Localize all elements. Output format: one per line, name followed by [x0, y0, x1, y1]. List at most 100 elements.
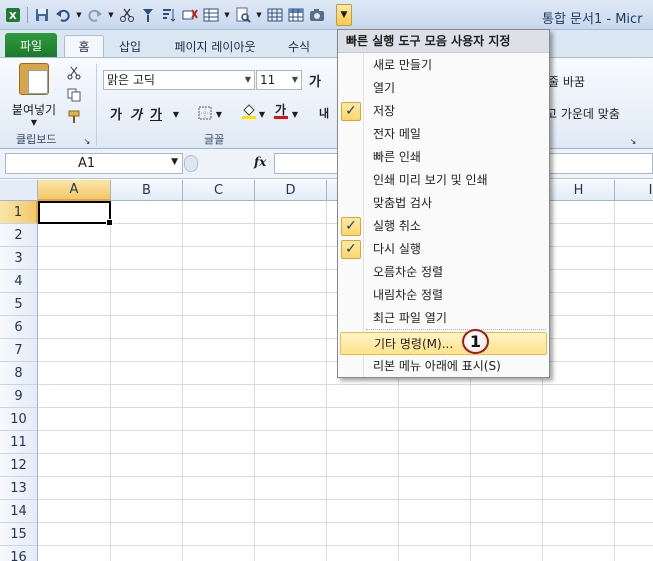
menu-item[interactable]: ✓ 실행 취소 — [338, 215, 549, 238]
menu-item[interactable]: 최근 파일 열기 — [338, 307, 549, 330]
save-icon[interactable] — [33, 6, 51, 24]
tab-page-layout[interactable]: 페이지 레이아웃 — [160, 35, 270, 57]
menu-item-more-commands[interactable]: 기타 명령(M)... — [340, 332, 547, 355]
menu-item[interactable]: 오름차순 정렬 — [338, 261, 549, 284]
border-dropdown-icon[interactable]: ▼ — [214, 105, 224, 123]
grid-line — [254, 201, 255, 561]
copy-icon[interactable] — [65, 86, 83, 104]
undo-dropdown-icon[interactable]: ▼ — [75, 6, 83, 24]
formula-splitter-handle[interactable] — [184, 155, 198, 172]
menu-item[interactable]: 맞춤법 검사 — [338, 192, 549, 215]
row-header[interactable]: 5 — [0, 293, 38, 316]
row-header[interactable]: 7 — [0, 339, 38, 362]
row-header[interactable]: 12 — [0, 454, 38, 477]
column-header[interactable]: H — [543, 180, 615, 201]
table-dropdown-icon[interactable]: ▼ — [223, 6, 231, 24]
pivot-grid-icon[interactable] — [287, 6, 305, 24]
print-preview-dropdown-icon[interactable]: ▼ — [255, 6, 263, 24]
menu-item-label: 오름차순 정렬 — [373, 265, 444, 279]
menu-item[interactable]: 빠른 인쇄 — [338, 146, 549, 169]
font-color-icon[interactable]: 가 — [272, 102, 290, 120]
menu-item[interactable]: ✓ 저장 — [338, 100, 549, 123]
menu-item[interactable]: 인쇄 미리 보기 및 인쇄 — [338, 169, 549, 192]
grid-line — [182, 201, 183, 561]
clipboard-launcher-icon[interactable]: ↘ — [82, 132, 92, 150]
tab-formulas[interactable]: 수식 — [276, 35, 322, 57]
undo-icon[interactable] — [54, 6, 72, 24]
redo-icon[interactable] — [86, 6, 104, 24]
column-header[interactable]: B — [111, 180, 183, 201]
menu-item[interactable]: 새로 만들기 — [338, 54, 549, 77]
active-cell[interactable] — [38, 201, 113, 226]
row-header[interactable]: 11 — [0, 431, 38, 454]
row-header[interactable]: 4 — [0, 270, 38, 293]
row-header[interactable]: 9 — [0, 385, 38, 408]
alignment-partial-text: 내 — [318, 107, 330, 120]
font-name-combo[interactable]: 맑은 고딕 ▼ — [103, 70, 255, 90]
tab-home[interactable]: 홈 — [64, 35, 104, 57]
worksheet-grid[interactable]: ABCDEFGHI12345678910111213141516 — [0, 180, 653, 561]
font-color-dropdown-icon[interactable]: ▼ — [290, 105, 300, 123]
alignment-launcher-icon[interactable]: ↘ — [628, 132, 638, 150]
table-icon[interactable] — [202, 6, 220, 24]
row-header[interactable]: 8 — [0, 362, 38, 385]
merge-center-button[interactable]: 고 가운데 맞춤 — [546, 104, 646, 122]
excel-logo-icon[interactable]: X — [4, 6, 22, 24]
customize-arrow-icon[interactable]: ▼ — [336, 4, 352, 26]
ribbon: 붙여넣기 ▼ 클립보드 ↘ 맑은 고딕 ▼ 11 ▼ 가 가 가 가 ▼ ▼ ▼… — [0, 57, 653, 149]
menu-item-label: 새로 만들기 — [373, 58, 433, 72]
grow-font-button[interactable]: 가 — [306, 71, 324, 90]
row-header[interactable]: 1 — [0, 201, 38, 224]
paste-button[interactable]: 붙여넣기 ▼ — [10, 63, 58, 127]
menu-item-label: 열기 — [373, 81, 396, 95]
column-header[interactable]: C — [183, 180, 255, 201]
row-header[interactable]: 3 — [0, 247, 38, 270]
bold-button[interactable]: 가 — [110, 104, 122, 123]
checkmark-icon: ✓ — [341, 240, 361, 259]
row-header[interactable]: 6 — [0, 316, 38, 339]
delete-icon[interactable] — [181, 6, 199, 24]
menu-item-show-below-ribbon[interactable]: 리본 메뉴 아래에 표시(S) — [338, 355, 549, 378]
border-icon[interactable] — [196, 104, 214, 122]
paste-dropdown-icon: ▼ — [30, 118, 38, 127]
row-header[interactable]: 13 — [0, 477, 38, 500]
underline-button[interactable]: 가 — [150, 104, 162, 123]
insert-function-icon[interactable]: fx — [254, 155, 266, 169]
tab-file[interactable]: 파일 — [5, 33, 57, 57]
menu-item[interactable]: 내림차순 정렬 — [338, 284, 549, 307]
row-header[interactable]: 15 — [0, 523, 38, 546]
name-box[interactable]: A1 ▼ — [5, 153, 183, 174]
column-header[interactable]: A — [38, 180, 111, 201]
grid-line — [614, 201, 615, 561]
menu-item-label: 빠른 인쇄 — [373, 150, 421, 164]
row-header[interactable]: 2 — [0, 224, 38, 247]
column-header[interactable]: I — [615, 180, 653, 201]
menu-item[interactable]: 전자 메일 — [338, 123, 549, 146]
row-header[interactable]: 14 — [0, 500, 38, 523]
title-bar: X ▼ ▼ ▼ ▼ ▼ 통합 문서1 - Micr — [0, 0, 653, 30]
font-size-combo[interactable]: 11 ▼ — [256, 70, 302, 90]
italic-button[interactable]: 가 — [130, 104, 142, 123]
menu-item-label: 저장 — [373, 104, 396, 118]
menu-item[interactable]: ✓ 다시 실행 — [338, 238, 549, 261]
sort-icon[interactable] — [160, 6, 178, 24]
row-header[interactable]: 16 — [0, 546, 38, 561]
print-preview-icon[interactable] — [234, 6, 252, 24]
camera-icon[interactable] — [308, 6, 326, 24]
redo-dropdown-icon[interactable]: ▼ — [107, 6, 115, 24]
select-all-corner[interactable] — [0, 180, 38, 201]
quick-access-toolbar: X ▼ ▼ ▼ ▼ — [4, 4, 326, 26]
cut-icon[interactable] — [118, 6, 136, 24]
menu-item[interactable]: 열기 — [338, 77, 549, 100]
column-header[interactable]: D — [255, 180, 327, 201]
tab-insert[interactable]: 삽입 — [110, 35, 150, 57]
wrap-text-button[interactable]: 줄 바꿈 — [548, 72, 628, 90]
format-painter-icon[interactable] — [65, 108, 83, 126]
row-header[interactable]: 10 — [0, 408, 38, 431]
cut-icon[interactable] — [65, 64, 83, 82]
fill-color-dropdown-icon[interactable]: ▼ — [257, 105, 267, 123]
fill-color-icon[interactable] — [240, 102, 258, 120]
grid-icon[interactable] — [266, 6, 284, 24]
underline-dropdown-icon[interactable]: ▼ — [171, 105, 181, 123]
format-painter-icon[interactable] — [139, 6, 157, 24]
